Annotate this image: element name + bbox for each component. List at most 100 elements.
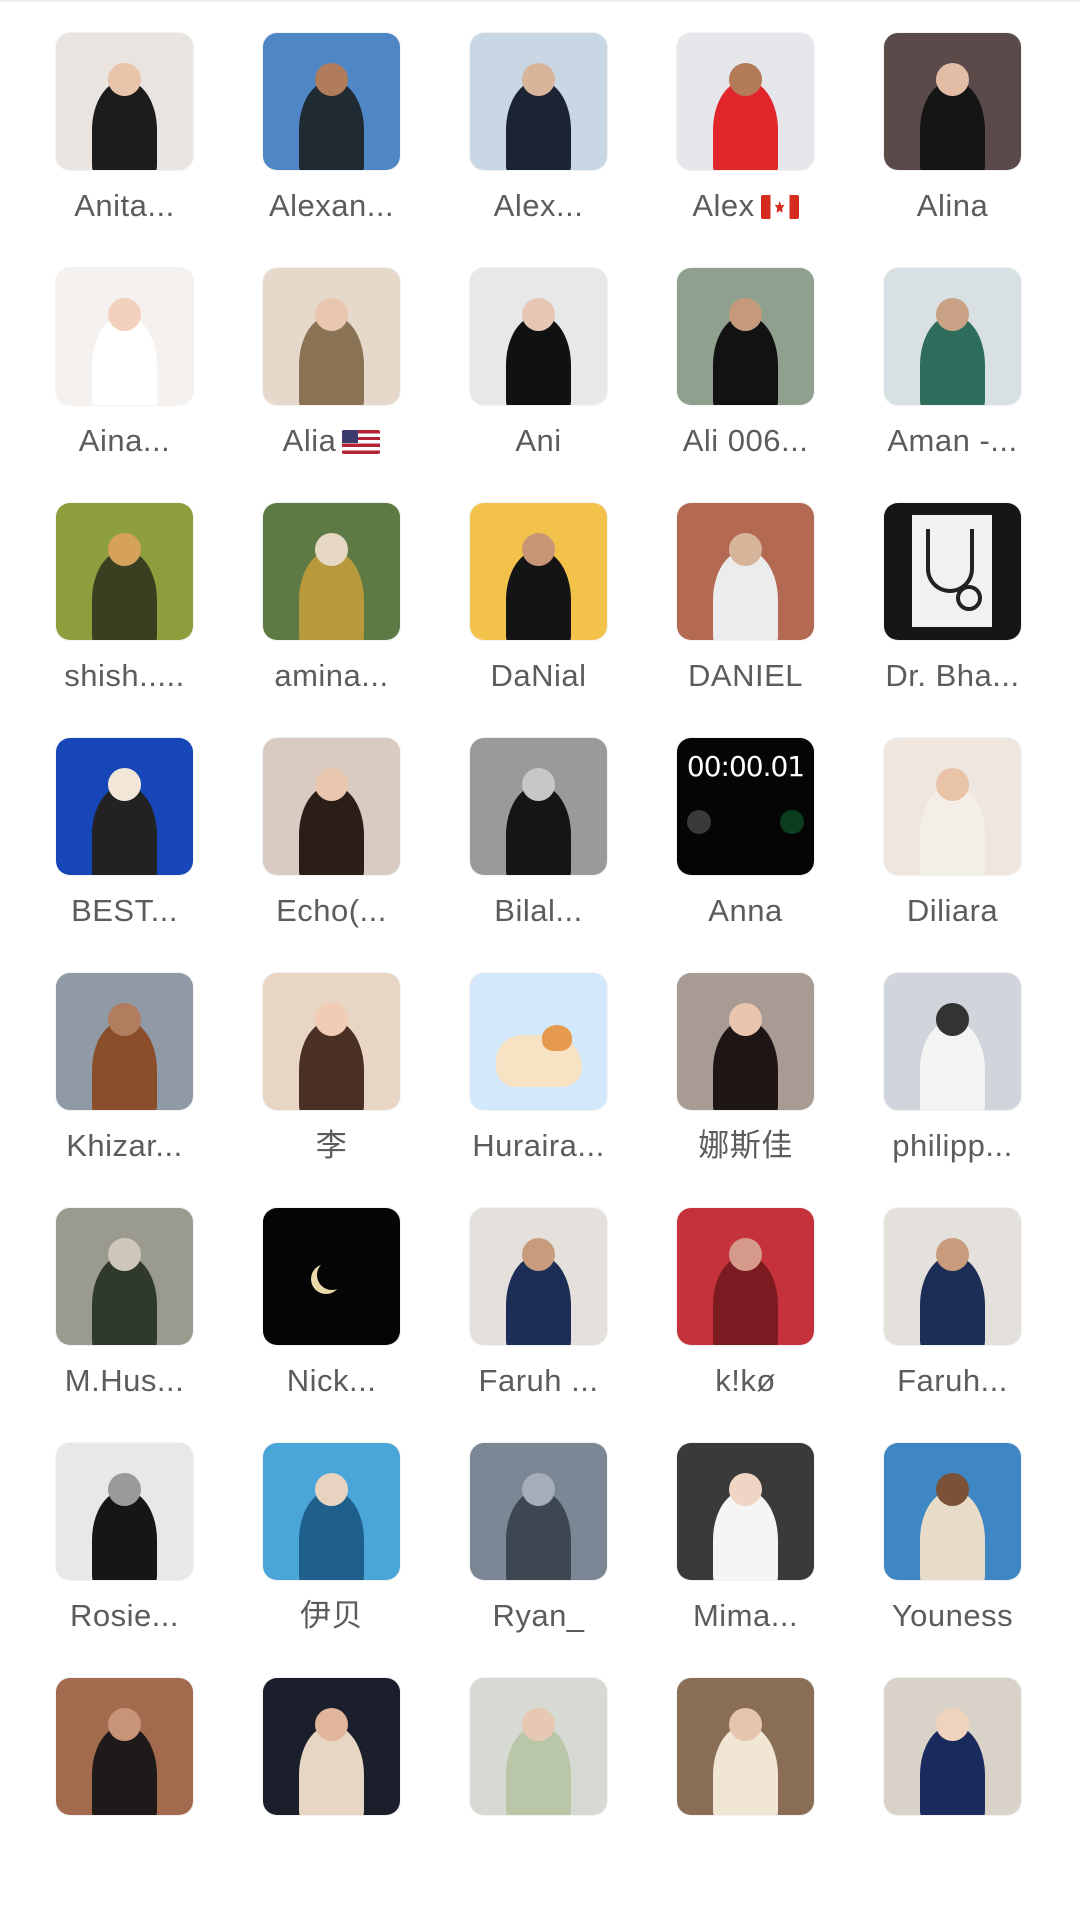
contact-item[interactable]: Alex — [677, 33, 814, 268]
contact-avatar[interactable] — [884, 1678, 1021, 1815]
contact-item[interactable]: Alex... — [470, 33, 607, 268]
contact-item[interactable]: BEST... — [56, 738, 193, 973]
avatar-head — [108, 298, 141, 331]
contact-avatar[interactable] — [884, 268, 1021, 405]
contact-item[interactable]: 00:00.01 Anna — [677, 738, 814, 973]
contact-avatar[interactable] — [884, 33, 1021, 170]
contact-avatar[interactable] — [884, 973, 1021, 1110]
avatar-head — [729, 63, 762, 96]
contact-name: Khizar... — [30, 1128, 220, 1164]
contact-item[interactable]: Diliara — [884, 738, 1021, 973]
contact-item[interactable]: DaNial — [470, 503, 607, 738]
contact-name: philipp... — [858, 1128, 1048, 1164]
contact-item[interactable]: Youness — [884, 1443, 1021, 1678]
contact-avatar[interactable] — [470, 973, 607, 1110]
contact-name-text: Aman -... — [887, 423, 1018, 458]
contact-avatar[interactable] — [677, 503, 814, 640]
contact-avatar[interactable] — [470, 738, 607, 875]
contact-item[interactable]: Alia — [263, 268, 400, 503]
contact-name-text: Diliara — [906, 893, 999, 928]
contact-item[interactable]: shish..... — [56, 503, 193, 738]
contact-avatar[interactable] — [263, 738, 400, 875]
contact-item[interactable]: Anita... — [56, 33, 193, 268]
contact-avatar[interactable] — [677, 33, 814, 170]
contact-avatar[interactable] — [470, 1443, 607, 1580]
contact-avatar[interactable] — [263, 1443, 400, 1580]
contact-item[interactable]: Echo(... — [263, 738, 400, 973]
contact-item[interactable]: Ali 006... — [677, 268, 814, 503]
avatar-head — [522, 1238, 555, 1271]
contact-item[interactable]: Dr. Bha... — [884, 503, 1021, 738]
contact-item[interactable]: Huraira... — [470, 973, 607, 1208]
contact-name: Faruh ... — [444, 1363, 634, 1399]
contact-item[interactable]: 伊贝 — [263, 1443, 400, 1678]
contact-item[interactable]: Ryan_ — [470, 1443, 607, 1678]
contact-avatar[interactable] — [470, 1208, 607, 1345]
contact-name: Alina — [858, 188, 1048, 224]
contact-item[interactable] — [263, 1678, 400, 1913]
contact-avatar[interactable] — [677, 973, 814, 1110]
contact-avatar[interactable] — [263, 503, 400, 640]
avatar-head — [522, 768, 555, 801]
contact-avatar[interactable] — [56, 1678, 193, 1815]
contact-avatar[interactable] — [470, 503, 607, 640]
contact-avatar[interactable] — [470, 268, 607, 405]
contact-item[interactable]: Khizar... — [56, 973, 193, 1208]
contact-avatar[interactable] — [56, 503, 193, 640]
contact-name-text: Alex... — [493, 188, 584, 223]
contact-name-text: Huraira... — [472, 1128, 605, 1163]
contact-item[interactable]: Aina... — [56, 268, 193, 503]
contact-item[interactable] — [470, 1678, 607, 1913]
avatar-head — [108, 533, 141, 566]
contact-item[interactable]: Alexan... — [263, 33, 400, 268]
contact-avatar[interactable] — [677, 1678, 814, 1815]
avatar-head — [522, 533, 555, 566]
contact-item[interactable]: M.Hus... — [56, 1208, 193, 1443]
contact-item[interactable]: Bilal... — [470, 738, 607, 973]
contact-avatar[interactable] — [56, 973, 193, 1110]
contact-item[interactable]: 娜斯佳 — [677, 973, 814, 1208]
stopwatch-reset-icon — [687, 810, 711, 834]
contact-item[interactable]: Faruh ... — [470, 1208, 607, 1443]
contact-item[interactable]: Faruh... — [884, 1208, 1021, 1443]
contact-avatar[interactable] — [56, 268, 193, 405]
contact-avatar[interactable] — [56, 33, 193, 170]
contact-item[interactable] — [884, 1678, 1021, 1913]
contact-avatar[interactable] — [884, 503, 1021, 640]
contact-avatar[interactable] — [884, 1208, 1021, 1345]
contact-avatar[interactable] — [263, 1678, 400, 1815]
contact-item[interactable]: Alina — [884, 33, 1021, 268]
contact-avatar[interactable] — [56, 738, 193, 875]
contact-avatar[interactable] — [884, 738, 1021, 875]
contact-name: Nick... — [237, 1363, 427, 1399]
avatar-head — [108, 768, 141, 801]
contact-item[interactable]: Aman -... — [884, 268, 1021, 503]
contact-avatar[interactable] — [470, 33, 607, 170]
contact-avatar[interactable] — [677, 268, 814, 405]
contact-item[interactable]: amina... — [263, 503, 400, 738]
contact-avatar[interactable] — [884, 1443, 1021, 1580]
contact-item[interactable]: philipp... — [884, 973, 1021, 1208]
contact-avatar[interactable] — [56, 1443, 193, 1580]
contact-item[interactable]: Nick... — [263, 1208, 400, 1443]
contact-item[interactable]: Rosie... — [56, 1443, 193, 1678]
contact-name: Anita... — [30, 188, 220, 224]
contact-item[interactable]: Ani — [470, 268, 607, 503]
contact-item[interactable]: 李 — [263, 973, 400, 1208]
corgi-head-icon — [542, 1025, 572, 1051]
contact-avatar[interactable] — [56, 1208, 193, 1345]
contact-avatar[interactable]: 00:00.01 — [677, 738, 814, 875]
contact-avatar[interactable] — [263, 1208, 400, 1345]
contact-avatar[interactable] — [263, 33, 400, 170]
contact-avatar[interactable] — [470, 1678, 607, 1815]
contact-item[interactable]: DANIEL — [677, 503, 814, 738]
contact-item[interactable] — [56, 1678, 193, 1913]
contact-avatar[interactable] — [677, 1208, 814, 1345]
contact-avatar[interactable] — [677, 1443, 814, 1580]
contact-item[interactable]: Mima... — [677, 1443, 814, 1678]
contact-avatar[interactable] — [263, 268, 400, 405]
contact-item[interactable]: k!kø — [677, 1208, 814, 1443]
contact-name: Ani — [444, 423, 634, 459]
contact-item[interactable] — [677, 1678, 814, 1913]
contact-avatar[interactable] — [263, 973, 400, 1110]
